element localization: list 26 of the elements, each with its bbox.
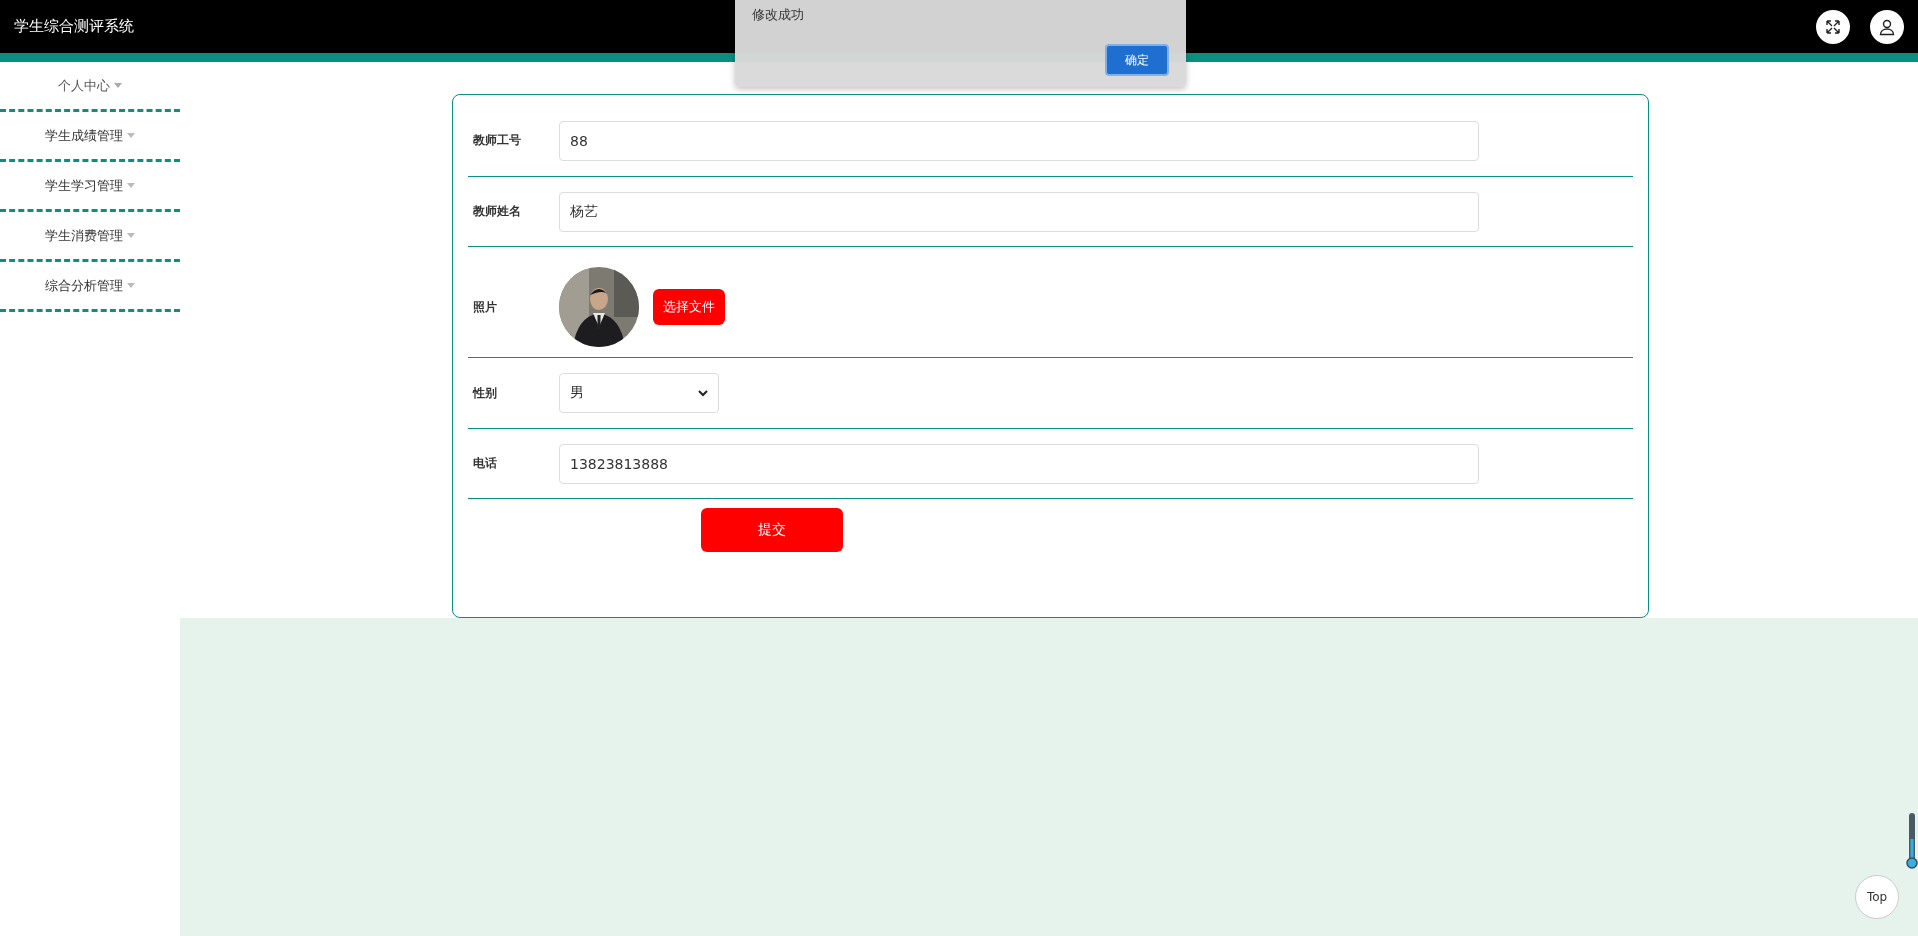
fullscreen-button[interactable] [1816, 9, 1850, 44]
caret-icon [127, 233, 135, 238]
field-label: 照片 [472, 298, 498, 316]
field-label: 教师姓名 [472, 203, 522, 220]
dialog-message: 修改成功 [752, 6, 805, 24]
user-icon [1878, 17, 1896, 36]
caret-icon [127, 283, 135, 288]
chevron-down-icon [698, 389, 708, 397]
gender-select[interactable]: 男 [559, 373, 719, 413]
app-title: 学生综合测评系统 [14, 17, 134, 36]
caret-icon [114, 83, 122, 88]
confirm-button[interactable]: 确定 [1105, 44, 1169, 76]
submit-button[interactable]: 提交 [701, 508, 843, 552]
field-label: 教师工号 [472, 132, 522, 149]
choose-file-button[interactable]: 选择文件 [653, 289, 725, 325]
expand-icon [1825, 18, 1841, 35]
text-field[interactable]: 13823813888 [559, 443, 1479, 484]
thermometer-icon [1906, 813, 1918, 869]
text-field[interactable]: 杨艺 [559, 191, 1479, 232]
field-label: 电话 [472, 455, 498, 472]
caret-icon [127, 133, 135, 138]
text-field[interactable]: 88 [559, 120, 1479, 161]
field-label: 性别 [471, 384, 498, 402]
caret-icon [127, 183, 135, 188]
user-button[interactable] [1870, 9, 1904, 44]
back-to-top-button[interactable]: Top [1855, 875, 1899, 919]
